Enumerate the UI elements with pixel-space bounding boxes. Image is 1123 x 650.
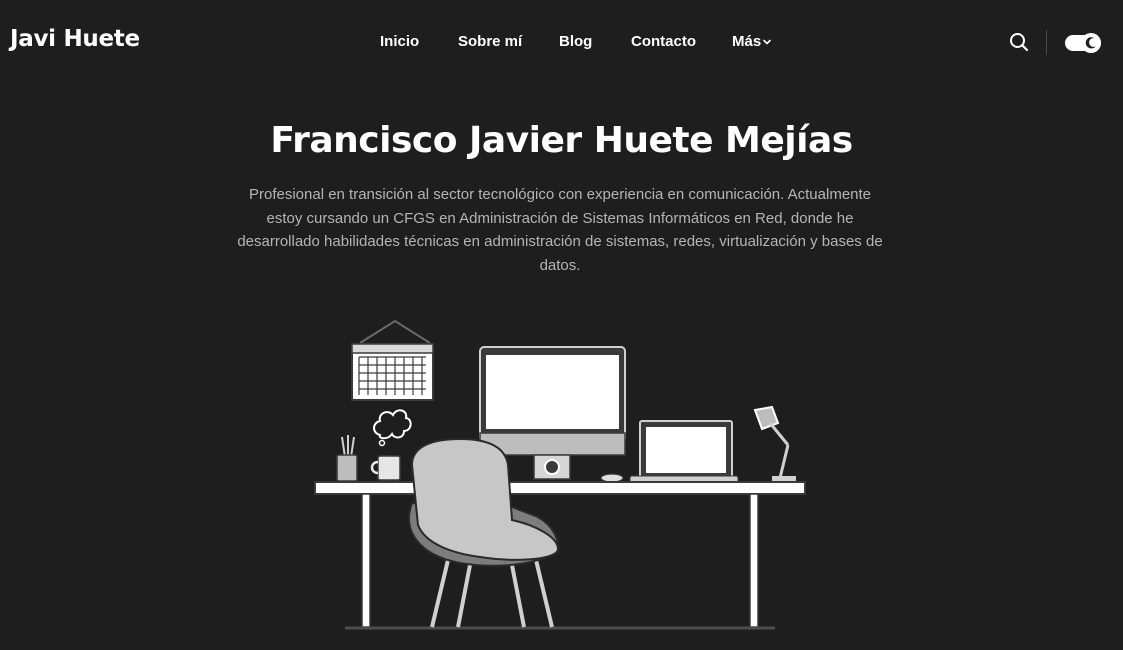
chevron-down-icon [763, 39, 771, 45]
desk-icon [314, 481, 806, 630]
theme-toggle-icon [1065, 33, 1101, 53]
lamp-icon [753, 405, 796, 481]
page: Javi Huete Inicio Sobre mí Blog Contacto… [0, 0, 1123, 650]
header-divider [1046, 30, 1047, 55]
site-header: Javi Huete Inicio Sobre mí Blog Contacto… [0, 0, 1123, 84]
plant-icon [336, 435, 358, 482]
theme-toggle[interactable] [1064, 32, 1102, 54]
search-icon [1010, 33, 1029, 52]
hero-description: Profesional en transición al sector tecn… [237, 186, 883, 274]
main-nav: Inicio Sobre mí Blog Contacto Más [0, 0, 1123, 84]
mug-icon [370, 455, 401, 481]
calendar-icon [351, 319, 434, 401]
laptop-icon [629, 420, 739, 483]
nav-item-sobre-mi[interactable]: Sobre mí [458, 33, 522, 50]
nav-item-mas-label: Más [732, 33, 762, 50]
page-title: Francisco Javier Huete Mejías [270, 120, 853, 161]
nav-item-contacto[interactable]: Contacto [631, 33, 696, 50]
search-button[interactable] [1008, 31, 1030, 53]
nav-item-mas[interactable]: Más [732, 33, 772, 50]
nav-item-blog[interactable]: Blog [559, 33, 592, 50]
mouse-icon [600, 473, 624, 483]
desk-illustration [314, 319, 806, 630]
cloud-icon [373, 409, 412, 440]
nav-item-inicio[interactable]: Inicio [380, 33, 419, 50]
